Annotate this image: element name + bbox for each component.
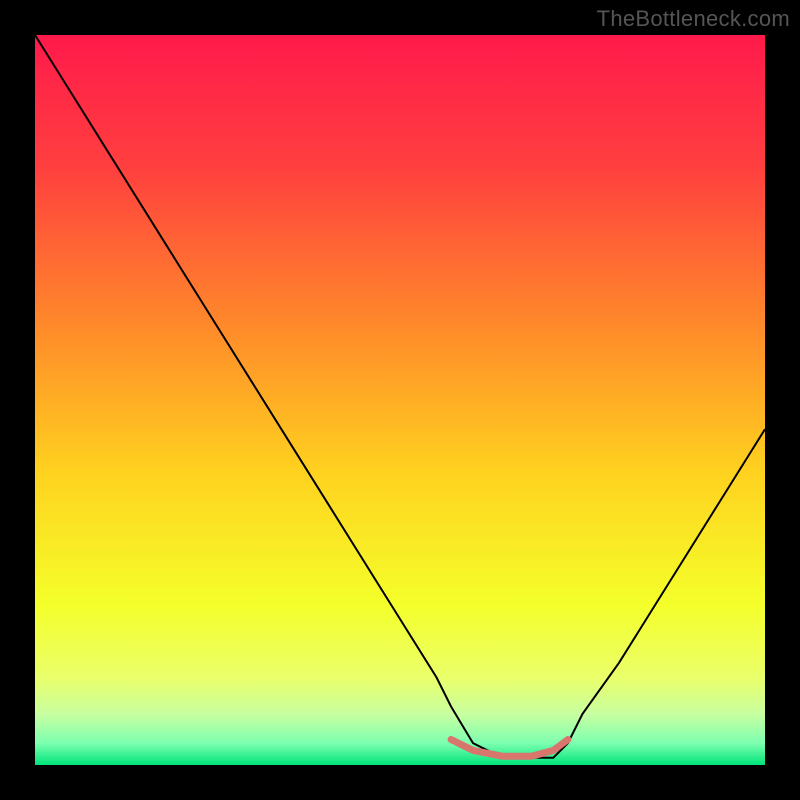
bottleneck-curve	[35, 35, 765, 758]
watermark-text: TheBottleneck.com	[597, 6, 790, 32]
optimal-band	[451, 740, 568, 757]
chart-frame: TheBottleneck.com	[0, 0, 800, 800]
plot-area	[35, 35, 765, 765]
curve-svg	[35, 35, 765, 765]
